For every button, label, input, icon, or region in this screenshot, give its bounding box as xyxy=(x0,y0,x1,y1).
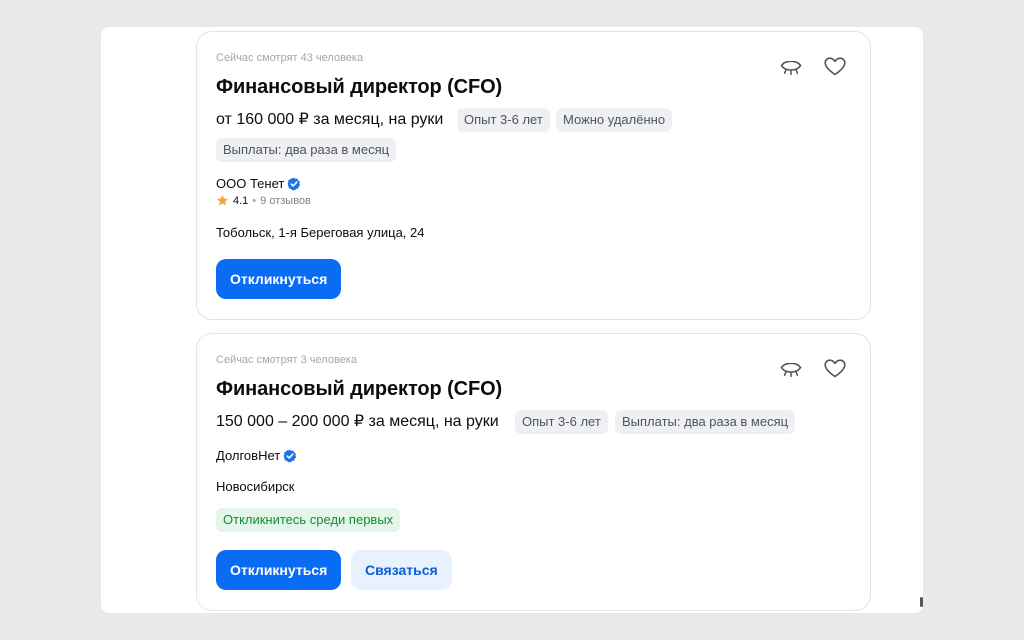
remote-chip: Можно удалённо xyxy=(556,108,673,132)
company[interactable]: ООО Тенет xyxy=(216,176,301,191)
experience-chip: Опыт 3-6 лет xyxy=(515,410,608,434)
heart-icon xyxy=(824,56,846,75)
hide-eye-icon xyxy=(780,363,802,377)
reviews-count[interactable]: 9 отзывов xyxy=(260,195,311,207)
company[interactable]: ДолговНет xyxy=(216,448,297,463)
early-respond-badge: Откликнитесь среди первых xyxy=(216,508,401,532)
scrollbar-thumb[interactable] xyxy=(920,597,923,607)
viewers-count: Сейчас смотрят 43 человека xyxy=(216,52,364,64)
favorite-button[interactable] xyxy=(821,52,849,80)
company-name[interactable]: ООО Тенет xyxy=(216,176,284,191)
respond-button[interactable]: Откликнуться xyxy=(216,550,342,590)
rating-separator: • xyxy=(252,194,257,207)
favorite-button[interactable] xyxy=(821,354,849,382)
hide-vacancy-button[interactable] xyxy=(777,54,805,82)
salary: от 160 000 ₽ за месяц, на руки xyxy=(216,111,444,128)
vacancy-title[interactable]: Финансовый директор (CFO) xyxy=(216,76,502,99)
verified-icon xyxy=(287,177,301,190)
vacancy-address: Новосибирск xyxy=(216,479,295,494)
rating-value: 4.1 xyxy=(233,194,249,207)
star-icon xyxy=(216,194,229,206)
experience-chip: Опыт 3-6 лет xyxy=(457,108,550,132)
vacancy-card[interactable]: Сейчас смотрят 43 человека Финансовый ди… xyxy=(196,31,871,320)
hide-vacancy-button[interactable] xyxy=(777,356,805,384)
verified-icon xyxy=(283,449,297,462)
salary: 150 000 – 200 000 ₽ за месяц, на руки xyxy=(216,413,499,430)
viewers-count: Сейчас смотрят 3 человека xyxy=(216,354,357,366)
payout-chip: Выплаты: два раза в месяц xyxy=(615,410,796,434)
hide-eye-icon xyxy=(780,61,802,75)
company-name[interactable]: ДолговНет xyxy=(216,448,280,463)
payout-chip: Выплаты: два раза в месяц xyxy=(216,138,397,162)
respond-button[interactable]: Откликнуться xyxy=(216,259,342,299)
heart-icon xyxy=(824,358,846,377)
vacancy-list-panel: Сейчас смотрят 43 человека Финансовый ди… xyxy=(101,27,923,613)
contact-button[interactable]: Связаться xyxy=(351,550,452,590)
vacancy-address: Тобольск, 1-я Береговая улица, 24 xyxy=(216,225,425,240)
vacancy-title[interactable]: Финансовый директор (CFO) xyxy=(216,378,502,401)
vacancy-card[interactable]: Сейчас смотрят 3 человека Финансовый дир… xyxy=(196,333,871,611)
company-rating[interactable]: 4.1 • 9 отзывов xyxy=(216,194,311,207)
